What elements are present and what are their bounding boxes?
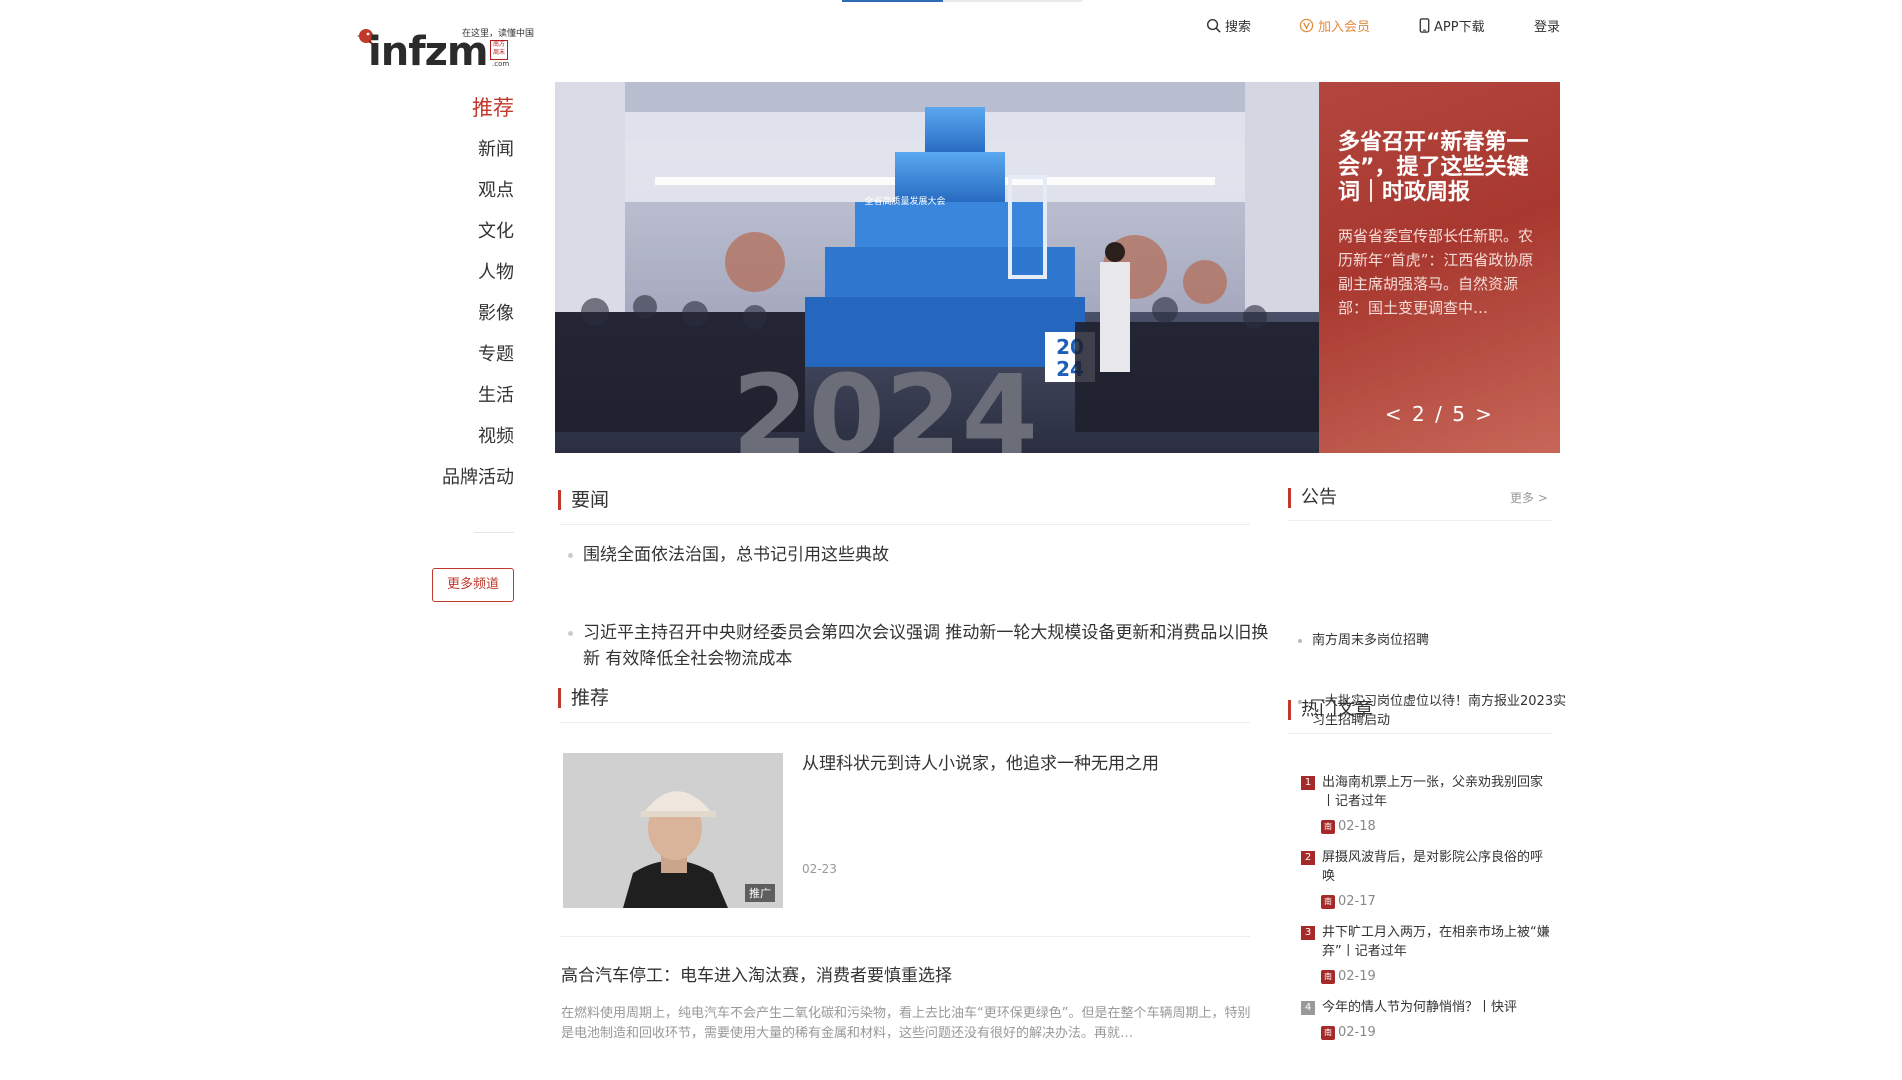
carousel-title[interactable]: 多省召开“新春第一会”，提了这些关键词｜时政周报 (1338, 130, 1538, 205)
section-divider (1288, 520, 1552, 521)
hot-article-meta: 南周 02-19 (1288, 1023, 1552, 1051)
channel-life[interactable]: 生活 (420, 375, 514, 416)
carousel-progress-fill (842, 0, 943, 2)
notice-item-title[interactable]: 南方周末多岗位招聘 (1312, 633, 1429, 648)
hot-article-date: 02-19 (1338, 969, 1376, 984)
featured-article-image[interactable]: 推广 (563, 753, 783, 908)
source-logo-icon: 南周 (1321, 970, 1335, 995)
notice-more-link[interactable]: 更多 > (1510, 489, 1548, 506)
login-link[interactable]: 登录 (1534, 14, 1560, 36)
yaowen-item-title[interactable]: 习近平主持召开中央财经委员会第四次会议强调 推动新一轮大规模设备更新和消费品以旧… (583, 623, 1268, 669)
bullet-dot (568, 553, 573, 558)
carousel-caption[interactable]: 多省召开“新春第一会”，提了这些关键词｜时政周报 两省省委宣传部长任新职。农历新… (1319, 82, 1560, 453)
bullet-dot (568, 631, 573, 636)
hot-article-meta: 南周 02-19 (1288, 967, 1552, 995)
app-label: APP下载 (1434, 19, 1485, 35)
carousel-image[interactable]: 20 24 全省高质量发展大会 2024 (555, 82, 1319, 453)
logo-slogan: 在这里，读懂中国 (462, 29, 535, 39)
hot-article-title[interactable]: 井下旷工月入两万，在相亲市场上被“嫌弃”丨记者过年 (1322, 925, 1550, 959)
article-divider (560, 936, 1250, 937)
hot-article-date: 02-19 (1338, 1025, 1376, 1040)
more-channels-button[interactable]: 更多频道 (432, 568, 514, 602)
channel-culture[interactable]: 文化 (420, 211, 514, 252)
channel-news[interactable]: 新闻 (420, 129, 514, 170)
channel-brand-events[interactable]: 品牌活动 (420, 457, 514, 498)
carousel-pager[interactable]: < 2 / 5 > (1319, 402, 1560, 426)
banner-stage-text: 全省高质量发展大会 (864, 195, 945, 207)
source-logo-icon: 南周 (1321, 1026, 1335, 1051)
source-logo-icon: 南周 (1321, 895, 1335, 920)
ad-badge: 推广 (745, 884, 775, 902)
yaowen-item-title[interactable]: 围绕全面依法治国，总书记引用这些典故 (583, 545, 889, 565)
logo-com: .com (492, 60, 510, 68)
hot-article-title[interactable]: 屏摄风波背后，是对影院公序良俗的呼唤 (1322, 850, 1543, 884)
rank-badge: 3 (1301, 926, 1315, 940)
rank-badge: 1 (1301, 776, 1315, 790)
rank-badge: 4 (1301, 1001, 1315, 1015)
channel-recommend[interactable]: 推荐 (420, 88, 514, 129)
banner-year-big: 2024 (732, 351, 1038, 453)
featured-article-title[interactable]: 从理科状元到诗人小说家，他追求一种无用之用 (802, 751, 1252, 777)
app-download-link[interactable]: APP下载 (1419, 14, 1485, 36)
article-title[interactable]: 高合汽车停工：电车进入淘汰赛，消费者要慎重选择 (561, 963, 1251, 989)
member-label: 加入会员 (1318, 19, 1371, 35)
phone-icon (1419, 17, 1430, 33)
section-recommend-heading: 推荐 (558, 688, 609, 708)
yaowen-item[interactable]: 习近平主持召开中央财经委员会第四次会议强调 推动新一轮大规模设备更新和消费品以旧… (561, 620, 1273, 672)
hot-article-item[interactable]: 3 井下旷工月入两万，在相亲市场上被“嫌弃”丨记者过年 (1288, 923, 1552, 961)
rank-badge: 2 (1301, 851, 1315, 865)
carousel-progress-bar (842, 0, 1082, 2)
hot-list: 1 出海南机票上万一张，父亲劝我别回家丨记者过年 南周 02-18 2 屏摄风波… (1288, 773, 1552, 1051)
site-logo[interactable]: infzm 在这里，读懂中国 南方周末 .com (354, 22, 534, 74)
hot-article-item[interactable]: 1 出海南机票上万一张，父亲劝我别回家丨记者过年 (1288, 773, 1552, 811)
channel-people[interactable]: 人物 (420, 252, 514, 293)
section-divider (560, 524, 1250, 525)
hot-article-title[interactable]: 今年的情人节为何静悄悄？丨快评 (1322, 1000, 1517, 1015)
section-divider (1288, 733, 1552, 734)
bullet-dot (1298, 639, 1302, 643)
hot-article-title[interactable]: 出海南机票上万一张，父亲劝我别回家丨记者过年 (1322, 775, 1543, 809)
search-link[interactable]: 搜索 (1206, 14, 1251, 36)
hot-article-item[interactable]: 4 今年的情人节为何静悄悄？丨快评 (1288, 998, 1552, 1017)
search-label: 搜索 (1225, 19, 1252, 35)
article-summary: 在燃料使用周期上，纯电汽车不会产生二氧化碳和污染物，看上去比油车“更环保更绿色”… (561, 1006, 1251, 1041)
login-label: 登录 (1534, 19, 1561, 35)
logo-seal: 南方周末 (490, 40, 508, 60)
nav-divider (474, 532, 514, 533)
hot-article-meta: 南周 02-17 (1288, 892, 1552, 920)
search-icon (1206, 18, 1221, 33)
channel-topics[interactable]: 专题 (420, 334, 514, 375)
section-hot-heading: 热门文章 (1288, 700, 1373, 720)
join-member-link[interactable]: 加入会员 (1299, 14, 1370, 36)
carousel-summary: 两省省委宣传部长任新职。农历新年“首虎”：江西省政协原副主席胡强落马。自然资源部… (1338, 227, 1534, 317)
section-divider (560, 722, 1250, 723)
channel-opinion[interactable]: 观点 (420, 170, 514, 211)
section-notice-heading: 公告 (1288, 488, 1337, 508)
section-yaowen-heading: 要闻 (558, 490, 609, 510)
hot-article-date: 02-18 (1338, 819, 1376, 834)
channel-image[interactable]: 影像 (420, 293, 514, 334)
yaowen-item[interactable]: 围绕全面依法治国，总书记引用这些典故 (561, 542, 1273, 568)
featured-article-date: 02-23 (802, 862, 837, 876)
channel-nav: 推荐 新闻 观点 文化 人物 影像 专题 生活 视频 品牌活动 (420, 88, 514, 533)
hot-article-date: 02-17 (1338, 894, 1376, 909)
channel-video[interactable]: 视频 (420, 416, 514, 457)
notice-item[interactable]: 南方周末多岗位招聘 (1290, 631, 1568, 650)
hot-article-meta: 南周 02-18 (1288, 817, 1552, 845)
source-logo-icon: 南周 (1321, 820, 1335, 845)
hot-article-item[interactable]: 2 屏摄风波背后，是对影院公序良俗的呼唤 (1288, 848, 1552, 886)
vip-icon (1299, 18, 1314, 32)
